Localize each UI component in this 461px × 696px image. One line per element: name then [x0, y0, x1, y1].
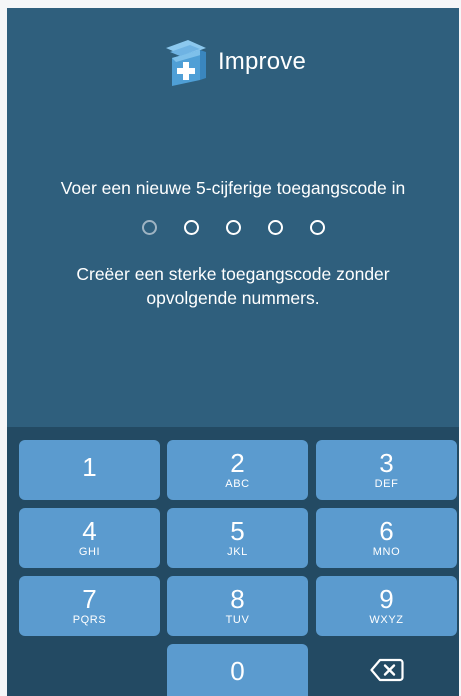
key-letters: PQRS — [72, 614, 107, 626]
key-0[interactable]: 0 — [167, 644, 308, 696]
key-digit: 5 — [230, 516, 245, 546]
key-letters: MNO — [372, 546, 401, 558]
key-digit: 8 — [230, 584, 245, 614]
passcode-dot — [267, 220, 283, 235]
key-5[interactable]: 5 JKL — [167, 508, 308, 568]
key-digit: 4 — [82, 516, 97, 546]
delete-button[interactable] — [316, 644, 457, 696]
passcode-hint: Creëer een sterke toegangscode zonder op… — [76, 264, 390, 308]
backspace-icon — [369, 658, 404, 682]
passcode-dots — [7, 220, 459, 235]
key-6[interactable]: 6 MNO — [316, 508, 457, 568]
passcode-dot — [225, 220, 241, 235]
key-1[interactable]: 1 — [19, 440, 160, 500]
key-digit: 7 — [82, 584, 97, 614]
numeric-keypad: 1 2 ABC 3 DEF 4 GHI 5 JKL 6 MNO 7 PQRS 8… — [7, 427, 459, 696]
key-letters: GHI — [78, 546, 101, 558]
key-4[interactable]: 4 GHI — [19, 508, 160, 568]
key-digit: 2 — [230, 448, 245, 478]
passcode-dot — [309, 220, 325, 235]
key-letters: ABC — [225, 478, 250, 490]
key-letters: DEF — [374, 478, 399, 490]
key-digit: 1 — [82, 452, 97, 482]
brand-name: Improve — [217, 48, 307, 75]
key-digit: 9 — [379, 584, 394, 614]
key-8[interactable]: 8 TUV — [167, 576, 308, 636]
key-7[interactable]: 7 PQRS — [19, 576, 160, 636]
passcode-prompt: Voer een nieuwe 5-cijferige toegangscode… — [60, 178, 406, 198]
key-letters: TUV — [225, 614, 250, 626]
passcode-dot — [183, 220, 199, 235]
key-9[interactable]: 9 WXYZ — [316, 576, 457, 636]
passcode-dot — [141, 220, 157, 235]
improve-logo-icon — [165, 40, 206, 86]
key-letters: WXYZ — [369, 614, 404, 626]
key-3[interactable]: 3 DEF — [316, 440, 457, 500]
key-letters: JKL — [227, 546, 248, 558]
key-digit: 0 — [230, 656, 245, 686]
passcode-screen: Improve Voer een nieuwe 5-cijferige toeg… — [7, 8, 459, 696]
key-2[interactable]: 2 ABC — [167, 440, 308, 500]
key-digit: 3 — [379, 448, 394, 478]
key-digit: 6 — [379, 516, 394, 546]
brand-header: Improve — [7, 36, 459, 88]
